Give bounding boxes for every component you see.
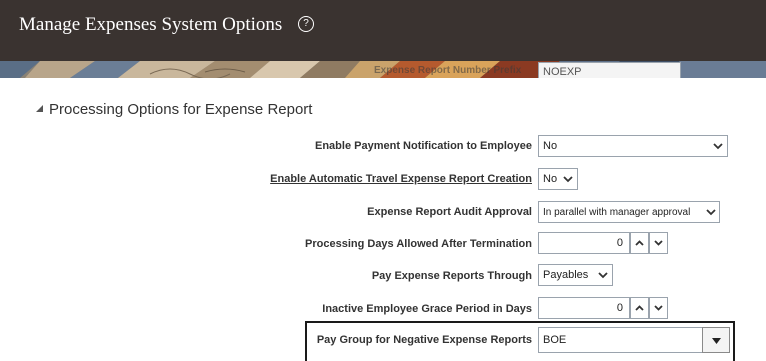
- page-title: Manage Expenses System Options: [19, 14, 283, 35]
- select-value: No: [543, 173, 558, 185]
- title-bar: Manage Expenses System Options ?: [0, 0, 766, 52]
- select-value: No: [543, 140, 558, 152]
- chevron-down-icon: [598, 265, 608, 279]
- chevron-down-icon: [654, 240, 663, 246]
- select-audit-approval[interactable]: In parallel with manager approval: [538, 201, 720, 223]
- combo-input-pay-group[interactable]: BOE: [538, 327, 704, 353]
- select-pay-through[interactable]: Payables: [538, 264, 613, 286]
- decorative-banner: Expense Report Number Prefix NOEXP: [0, 52, 766, 78]
- label-pay-group-negative: Pay Group for Negative Expense Reports: [316, 334, 532, 346]
- label-audit-approval: Expense Report Audit Approval: [367, 206, 532, 218]
- select-value: In parallel with manager approval: [543, 207, 691, 218]
- banner-partial-value: NOEXP: [543, 66, 582, 78]
- chevron-down-icon: [713, 136, 723, 150]
- dropdown-button[interactable]: [702, 327, 730, 353]
- chevron-down-icon: [563, 169, 573, 183]
- increment-button[interactable]: [630, 297, 649, 319]
- chevron-down-icon: [706, 202, 716, 216]
- section-title: Processing Options for Expense Report: [49, 101, 313, 118]
- label-processing-days: Processing Days Allowed After Terminatio…: [305, 238, 532, 250]
- chevron-up-icon: [635, 240, 644, 246]
- select-travel-expense-creation[interactable]: No: [538, 168, 578, 190]
- increment-button[interactable]: [630, 232, 649, 254]
- number-value: 0: [616, 237, 623, 249]
- help-icon[interactable]: ?: [298, 16, 314, 32]
- label-pay-through: Pay Expense Reports Through: [371, 270, 532, 282]
- chevron-down-icon: [654, 305, 663, 311]
- number-input-processing-days[interactable]: 0: [538, 232, 630, 254]
- chevron-up-icon: [635, 305, 644, 311]
- banner-partial-field: NOEXP: [538, 62, 681, 78]
- select-payment-notification[interactable]: No: [538, 135, 728, 157]
- label-travel-expense-creation[interactable]: Enable Automatic Travel Expense Report C…: [270, 173, 532, 185]
- caret-down-icon: [711, 338, 721, 344]
- banner-partial-label: Expense Report Number Prefix: [374, 65, 522, 76]
- number-input-grace-period[interactable]: 0: [538, 297, 630, 319]
- select-value: Payables: [543, 269, 589, 281]
- label-grace-period: Inactive Employee Grace Period in Days: [322, 303, 532, 315]
- label-payment-notification: Enable Payment Notification to Employee: [315, 140, 532, 152]
- collapse-triangle-icon[interactable]: [36, 104, 43, 112]
- combo-value: BOE: [543, 334, 567, 346]
- section-header[interactable]: Processing Options for Expense Report: [36, 101, 312, 118]
- number-value: 0: [616, 302, 623, 314]
- decrement-button[interactable]: [649, 232, 668, 254]
- decrement-button[interactable]: [649, 297, 668, 319]
